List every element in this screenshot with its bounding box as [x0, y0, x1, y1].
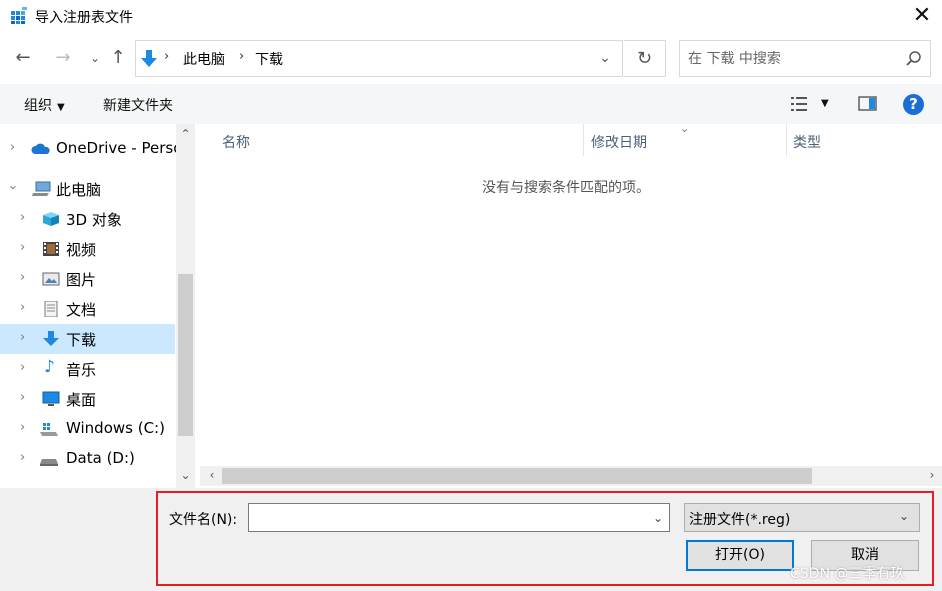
refresh-icon[interactable]: ↻: [624, 40, 666, 77]
breadcrumb-downloads[interactable]: 下载: [255, 49, 283, 69]
column-header-date-modified[interactable]: 修改日期: [591, 132, 647, 152]
navigation-pane: › OneDrive - Perso › 此电脑 › 3D 对象 › 视频 › …: [0, 124, 196, 488]
new-folder-button[interactable]: 新建文件夹: [103, 95, 173, 115]
organize-menu[interactable]: 组织 ▼: [24, 95, 65, 115]
expand-chevron-icon[interactable]: ›: [20, 210, 25, 225]
breadcrumb-chevron-icon: ›: [164, 49, 170, 64]
tree-vertical-scrollbar[interactable]: ⌃ ⌄: [176, 124, 195, 488]
view-dropdown-caret-icon[interactable]: ▼: [821, 98, 829, 109]
breadcrumb-this-pc[interactable]: 此电脑: [183, 49, 225, 69]
scroll-right-chevron-icon[interactable]: ›: [922, 468, 942, 482]
drive-icon: [40, 459, 58, 466]
file-list: 名称 ⌄ 修改日期 类型 没有与搜索条件匹配的项。: [196, 122, 942, 464]
picture-icon: [42, 272, 60, 286]
address-dropdown-chevron-icon[interactable]: ⌄: [594, 47, 616, 69]
expand-chevron-icon[interactable]: ›: [20, 390, 25, 405]
tree-item-documents[interactable]: › 文档: [0, 294, 175, 324]
empty-message: 没有与搜索条件匹配的项。: [482, 180, 650, 196]
scrollbar-thumb[interactable]: [178, 274, 193, 436]
scroll-up-chevron-icon[interactable]: ⌃: [176, 127, 195, 141]
scroll-down-chevron-icon[interactable]: ⌄: [176, 468, 195, 482]
title-bar: 导入注册表文件 ✕: [0, 0, 942, 32]
tree-item-this-pc[interactable]: › 此电脑: [0, 174, 175, 204]
preview-pane-icon[interactable]: [858, 95, 878, 113]
address-bar[interactable]: › 此电脑 › 下载 ⌄: [135, 40, 623, 77]
column-divider[interactable]: [786, 124, 787, 156]
computer-icon: [32, 181, 51, 196]
expand-chevron-icon[interactable]: ›: [20, 270, 25, 285]
tree-item-data-d[interactable]: › Data (D:): [0, 444, 175, 474]
scrollbar-thumb[interactable]: [222, 468, 812, 484]
window-title: 导入注册表文件: [35, 10, 133, 26]
windows-drive-icon: [40, 423, 58, 436]
music-note-icon: ♪: [44, 357, 55, 377]
desktop-icon: [42, 391, 60, 406]
forward-arrow-icon[interactable]: →: [52, 46, 74, 70]
expand-chevron-icon[interactable]: ›: [20, 330, 25, 345]
tree-item-windows-c[interactable]: › Windows (C:): [0, 414, 175, 444]
close-icon[interactable]: ✕: [908, 3, 936, 29]
tree-item-onedrive[interactable]: › OneDrive - Perso: [0, 134, 182, 164]
tree-item-desktop[interactable]: › 桌面: [0, 384, 175, 414]
tree-item-pictures[interactable]: › 图片: [0, 264, 175, 294]
cloud-icon: [31, 143, 50, 154]
column-divider[interactable]: [583, 124, 584, 156]
document-icon: [44, 301, 58, 317]
film-icon: [43, 242, 59, 256]
search-input[interactable]: [688, 49, 898, 69]
expand-chevron-icon[interactable]: ›: [20, 360, 25, 375]
watermark: CSDN @三季有玖: [790, 566, 905, 582]
expand-chevron-icon[interactable]: ›: [20, 300, 25, 315]
expand-chevron-icon[interactable]: ›: [10, 140, 15, 155]
caret-down-icon: ▼: [57, 102, 65, 113]
help-icon[interactable]: ?: [903, 94, 924, 115]
download-arrow-icon: [43, 331, 59, 346]
column-header-name[interactable]: 名称: [222, 132, 250, 152]
expand-chevron-icon[interactable]: ›: [20, 420, 25, 435]
sort-chevron-icon: ⌄: [680, 122, 690, 135]
search-icon[interactable]: [904, 49, 924, 69]
scroll-left-chevron-icon[interactable]: ‹: [202, 468, 222, 482]
cube-icon: [43, 212, 59, 226]
recent-locations-chevron-icon[interactable]: ⌄: [84, 46, 106, 70]
tree-item-downloads[interactable]: › 下载: [0, 324, 175, 354]
registry-editor-icon: [11, 7, 27, 24]
column-header-type[interactable]: 类型: [793, 132, 821, 152]
search-box[interactable]: [679, 40, 931, 77]
expand-chevron-icon[interactable]: ›: [20, 240, 25, 255]
expand-chevron-icon[interactable]: ›: [20, 450, 25, 465]
download-arrow-icon: [141, 50, 157, 67]
command-bar: 组织 ▼ 新建文件夹 ▼: [0, 84, 942, 124]
tree-item-3d-objects[interactable]: › 3D 对象: [0, 204, 175, 234]
view-options-icon[interactable]: [790, 95, 810, 113]
collapse-chevron-icon[interactable]: ›: [5, 185, 20, 190]
back-arrow-icon[interactable]: ←: [12, 46, 34, 70]
breadcrumb-chevron-icon: ›: [239, 49, 245, 64]
tree-item-music[interactable]: › ♪ 音乐: [0, 354, 175, 384]
tree-item-videos[interactable]: › 视频: [0, 234, 175, 264]
file-list-horizontal-scrollbar[interactable]: ‹ ›: [200, 466, 942, 486]
up-arrow-icon[interactable]: ↑: [107, 46, 129, 70]
